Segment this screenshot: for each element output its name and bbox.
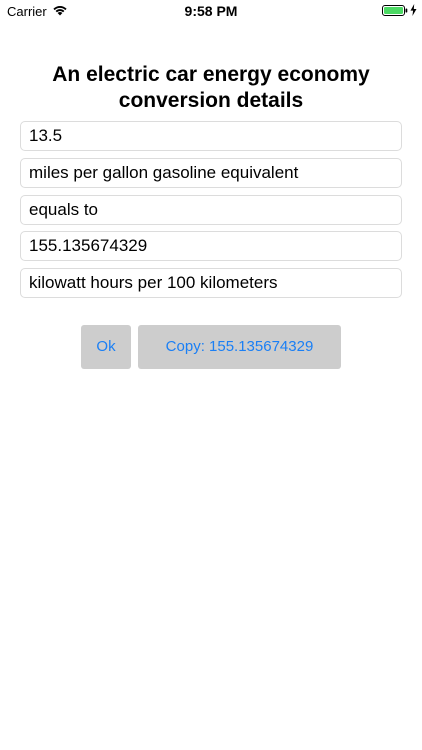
status-bar: Carrier 9:58 PM bbox=[0, 0, 422, 24]
copy-button[interactable]: Copy: 155.135674329 bbox=[138, 325, 341, 369]
input-value-field[interactable]: 13.5 bbox=[20, 121, 402, 151]
to-unit-field[interactable]: kilowatt hours per 100 kilometers bbox=[20, 268, 402, 298]
equals-label-field[interactable]: equals to bbox=[20, 195, 402, 225]
status-time: 9:58 PM bbox=[184, 3, 238, 19]
battery-icon bbox=[382, 5, 408, 16]
page-title: An electric car energy economy conversio… bbox=[52, 63, 370, 112]
charging-bolt-icon bbox=[410, 4, 417, 16]
ok-button[interactable]: Ok bbox=[81, 325, 131, 369]
result-value-field[interactable]: 155.135674329 bbox=[20, 231, 402, 261]
from-unit-field[interactable]: miles per gallon gasoline equivalent bbox=[20, 158, 402, 188]
